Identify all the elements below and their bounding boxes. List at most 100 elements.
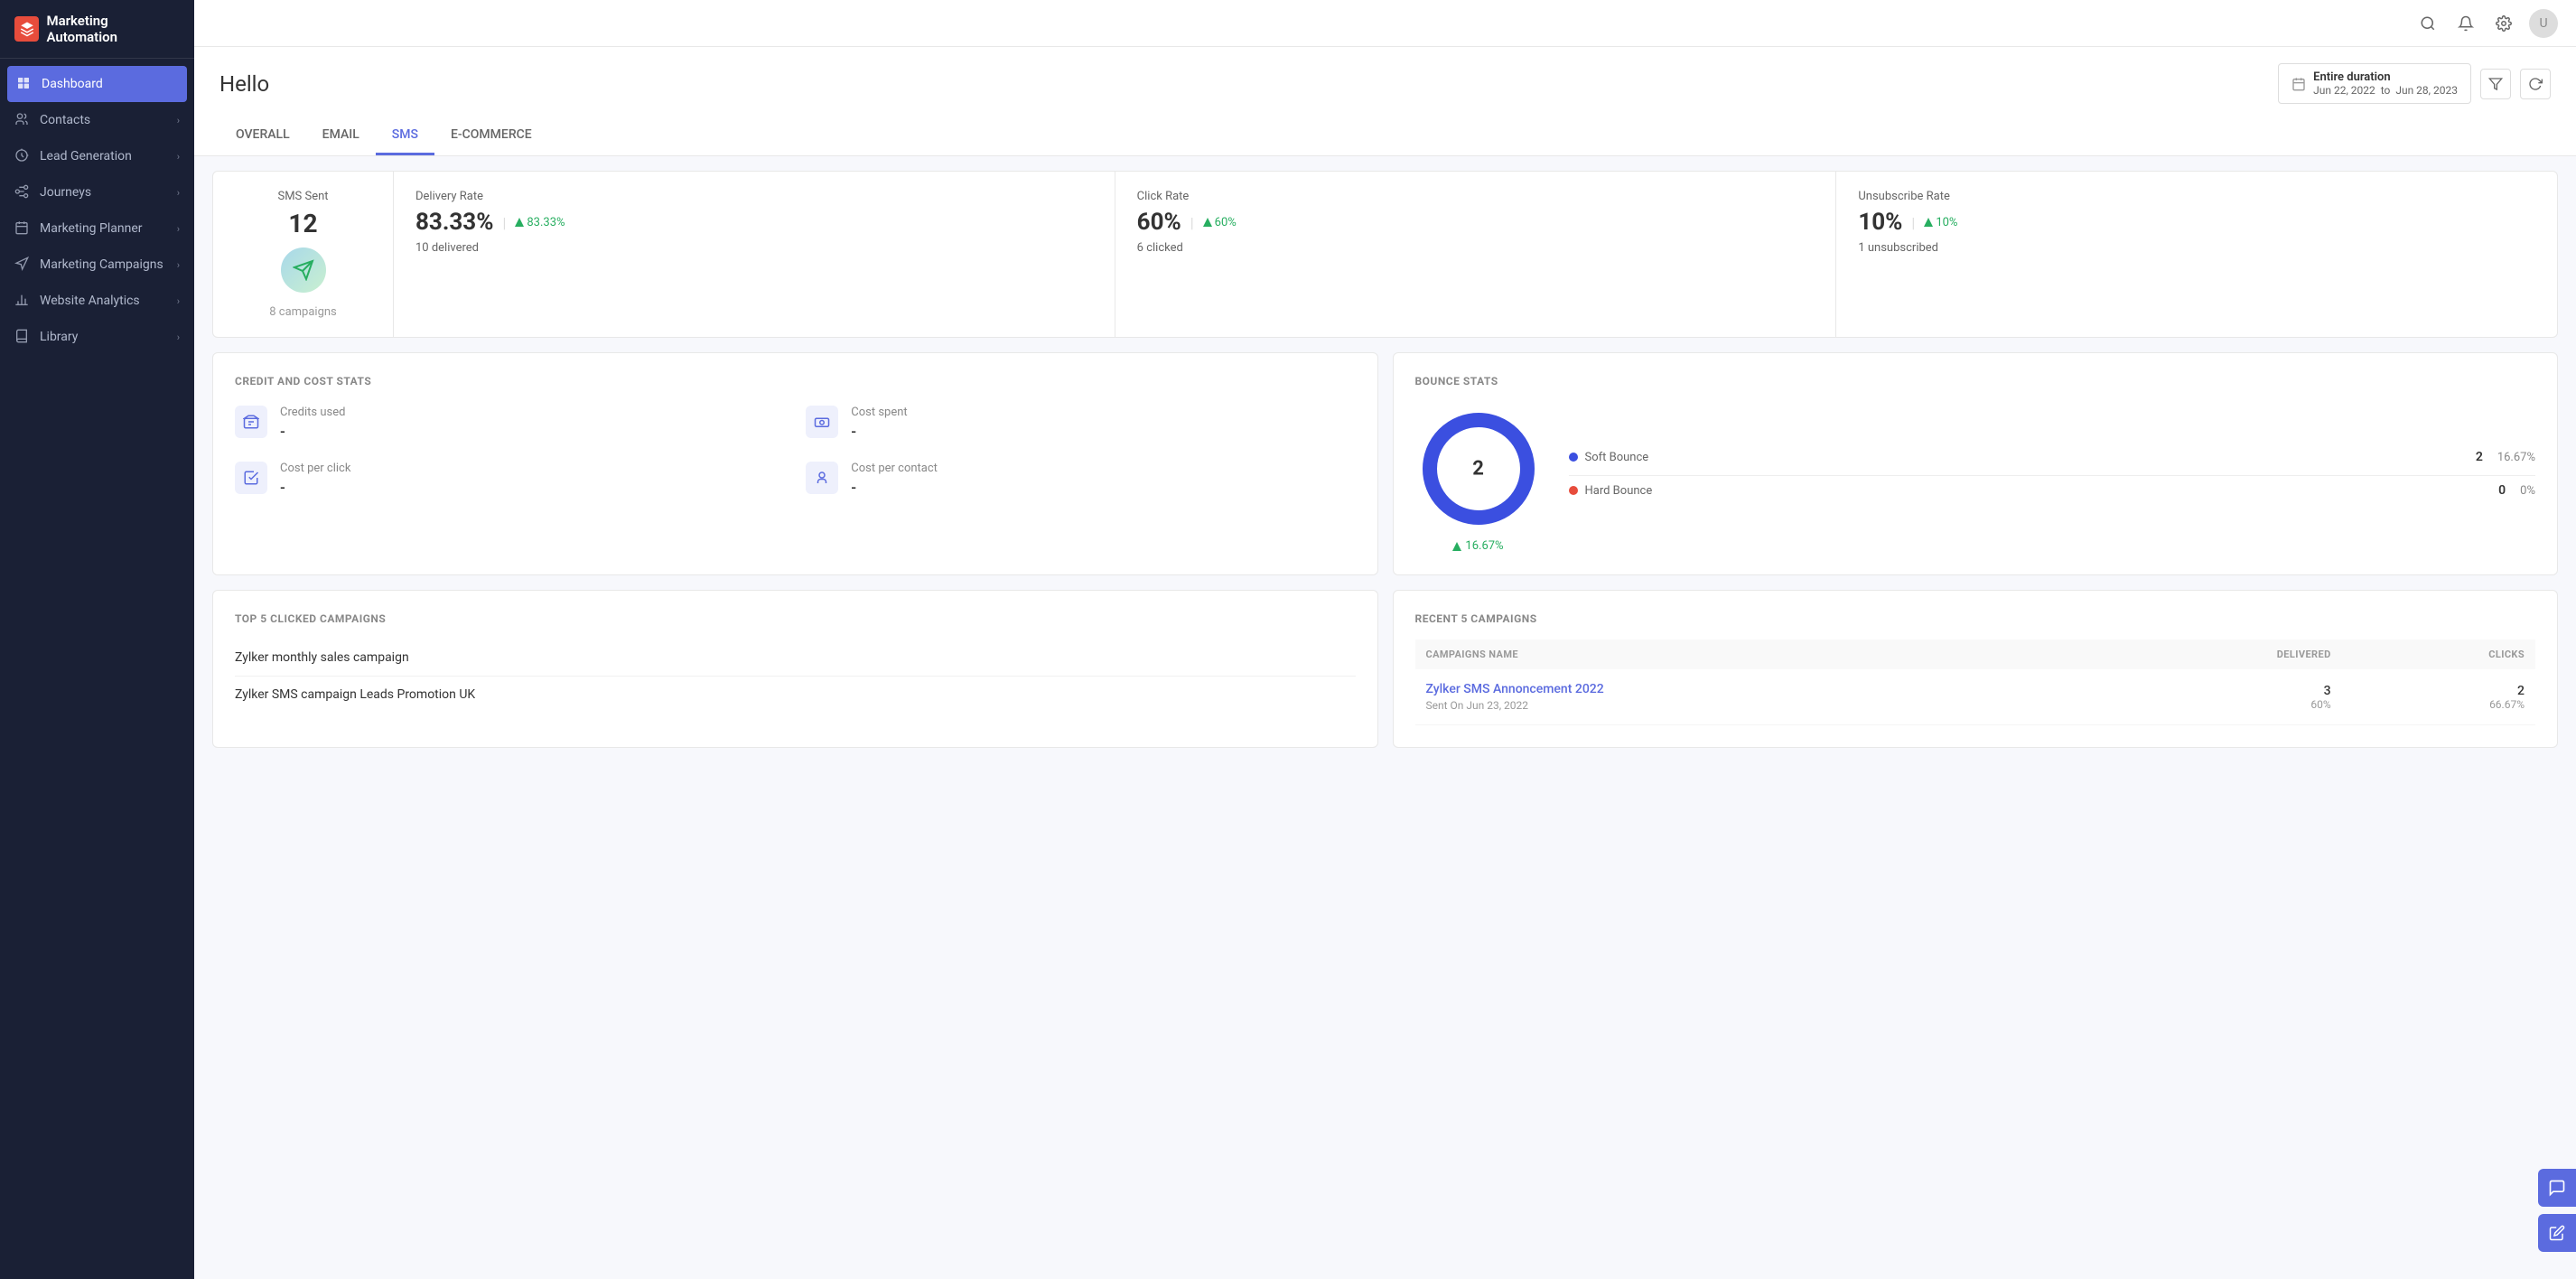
sidebar-item-dashboard[interactable]: Dashboard xyxy=(7,66,187,102)
contacts-icon xyxy=(14,112,31,128)
sidebar-item-journeys[interactable]: Journeys › xyxy=(0,174,194,210)
bounce-legend: Soft Bounce 2 16.67% Hard Bounce 0 0% xyxy=(1569,450,2536,509)
credits-used-icon xyxy=(235,406,267,438)
camp-name-cell: Zylker SMS Annoncement 2022 Sent On Jun … xyxy=(1415,669,2087,725)
click-rate-change: 60% xyxy=(1203,216,1237,229)
soft-bounce-dot xyxy=(1569,453,1578,462)
click-rate-stat: Click Rate 60% | 60% 6 clicked xyxy=(1115,172,1837,337)
cost-per-contact-value: - xyxy=(851,479,938,496)
sidebar-item-website-analytics[interactable]: Website Analytics › xyxy=(0,283,194,319)
marketing-planner-chevron-icon: › xyxy=(177,223,180,235)
cost-per-click-value: - xyxy=(280,479,350,496)
chat-widget-button[interactable] xyxy=(2538,1169,2576,1207)
soft-bounce-label: Soft Bounce xyxy=(1585,451,2469,464)
sidebar-item-marketing-campaigns[interactable]: Marketing Campaigns › xyxy=(0,247,194,283)
avatar[interactable]: U xyxy=(2529,9,2558,38)
dashboard-tabs: OVERALL EMAIL SMS E-COMMERCE xyxy=(219,117,2551,155)
search-button[interactable] xyxy=(2415,11,2441,36)
hard-bounce-legend: Hard Bounce 0 0% xyxy=(1569,483,2536,498)
cost-per-contact-icon xyxy=(806,462,838,494)
journeys-icon xyxy=(14,184,31,201)
page-header: Hello Entire duration Jun 22, 2022 to xyxy=(194,47,2576,156)
library-icon xyxy=(14,329,31,345)
cost-per-click-label: Cost per click xyxy=(280,462,350,475)
sms-sent-icon xyxy=(281,247,326,293)
bounce-change: 16.67% xyxy=(1452,539,1503,553)
journeys-chevron-icon: › xyxy=(177,187,180,199)
cost-per-click-item: Cost per click - xyxy=(235,462,784,496)
top-campaigns-title: TOP 5 CLICKED CAMPAIGNS xyxy=(235,612,1356,625)
click-rate-value: 60% xyxy=(1137,209,1181,236)
unsubscribe-rate-detail: 1 unsubscribed xyxy=(1858,241,2535,255)
camp-sent-date: Sent On Jun 23, 2022 xyxy=(1426,699,2077,712)
click-rate-label: Click Rate xyxy=(1137,190,1815,203)
lead-generation-chevron-icon: › xyxy=(177,151,180,163)
click-rate-detail: 6 clicked xyxy=(1137,241,1815,255)
delivery-rate-stat: Delivery Rate 83.33% | 83.33% 10 deliver… xyxy=(394,172,1115,337)
cost-per-click-icon xyxy=(235,462,267,494)
marketing-campaigns-icon xyxy=(14,257,31,273)
tab-email[interactable]: EMAIL xyxy=(306,117,376,155)
sidebar-item-marketing-campaigns-label: Marketing Campaigns xyxy=(40,257,163,272)
dashboard-icon xyxy=(16,76,33,92)
settings-button[interactable] xyxy=(2491,11,2516,36)
sidebar-item-library[interactable]: Library › xyxy=(0,319,194,355)
page-content: Hello Entire duration Jun 22, 2022 to xyxy=(194,47,2576,1279)
sms-stats-row: SMS Sent 12 8 campaigns Delivery Rate 83… xyxy=(212,171,2558,338)
library-chevron-icon: › xyxy=(177,331,180,343)
tab-overall[interactable]: OVERALL xyxy=(219,117,306,155)
campaigns-section: TOP 5 CLICKED CAMPAIGNS Zylker monthly s… xyxy=(212,590,2558,748)
donut-center-value: 2 xyxy=(1472,458,1484,481)
soft-bounce-legend: Soft Bounce 2 16.67% xyxy=(1569,450,2536,464)
sidebar: Marketing Automation Dashboard xyxy=(0,0,194,1279)
filter-button[interactable] xyxy=(2480,69,2511,99)
sidebar-item-lead-generation-label: Lead Generation xyxy=(40,149,132,163)
col-clicks-header: CLICKS xyxy=(2342,640,2535,669)
soft-bounce-count: 2 xyxy=(2476,450,2483,464)
delivery-rate-detail: 10 delivered xyxy=(415,241,1093,255)
cost-spent-value: - xyxy=(851,423,907,440)
page-title: Hello xyxy=(219,71,269,97)
sidebar-item-contacts-label: Contacts xyxy=(40,113,90,127)
notifications-button[interactable] xyxy=(2453,11,2478,36)
sidebar-item-website-analytics-label: Website Analytics xyxy=(40,294,140,308)
col-name-header: CAMPAIGNS NAME xyxy=(1415,640,2087,669)
edit-widget-button[interactable] xyxy=(2538,1214,2576,1252)
unsubscribe-rate-stat: Unsubscribe Rate 10% | 10% 1 unsubscribe… xyxy=(1836,172,2557,337)
credit-stats-title: CREDIT AND COST STATS xyxy=(235,375,1356,387)
lead-generation-icon xyxy=(14,148,31,164)
delivery-rate-value: 83.33% xyxy=(415,209,493,236)
delivery-rate-change: 83.33% xyxy=(515,216,565,229)
recent-campaigns-table: CAMPAIGNS NAME DELIVERED CLICKS Zylker S… xyxy=(1415,640,2536,725)
hard-bounce-count: 0 xyxy=(2498,483,2506,498)
sidebar-item-contacts[interactable]: Contacts › xyxy=(0,102,194,138)
sidebar-item-marketing-planner-label: Marketing Planner xyxy=(40,221,143,236)
sidebar-item-marketing-planner[interactable]: Marketing Planner › xyxy=(0,210,194,247)
top-campaigns-card: TOP 5 CLICKED CAMPAIGNS Zylker monthly s… xyxy=(212,590,1378,748)
date-range-label: Entire duration xyxy=(2313,70,2458,84)
bounce-stats-title: BOUNCE STATS xyxy=(1415,375,2536,387)
unsubscribe-rate-label: Unsubscribe Rate xyxy=(1858,190,2535,203)
credit-bounce-section: CREDIT AND COST STATS Credits used - xyxy=(212,352,2558,575)
cost-spent-icon xyxy=(806,406,838,438)
credits-used-label: Credits used xyxy=(280,406,345,419)
delivery-rate-label: Delivery Rate xyxy=(415,190,1093,203)
tab-ecommerce[interactable]: E-COMMERCE xyxy=(434,117,548,155)
soft-bounce-pct: 16.67% xyxy=(2497,451,2535,464)
refresh-button[interactable] xyxy=(2520,69,2551,99)
sms-sent-value: 12 xyxy=(288,209,317,238)
camp-clicks-cell: 2 66.67% xyxy=(2342,669,2535,725)
top-campaign-1: Zylker monthly sales campaign xyxy=(235,640,1356,677)
credit-stats-card: CREDIT AND COST STATS Credits used - xyxy=(212,352,1378,575)
date-range-selector[interactable]: Entire duration Jun 22, 2022 to Jun 28, … xyxy=(2278,63,2471,104)
hard-bounce-dot xyxy=(1569,486,1578,495)
cost-spent-label: Cost spent xyxy=(851,406,907,419)
bounce-content: 2 16.67% Soft Bounce 2 16.67% xyxy=(1415,406,2536,553)
tab-sms[interactable]: SMS xyxy=(376,117,434,155)
camp-name-link[interactable]: Zylker SMS Annoncement 2022 xyxy=(1426,682,1604,696)
sidebar-item-lead-generation[interactable]: Lead Generation › xyxy=(0,138,194,174)
unsubscribe-rate-value: 10% xyxy=(1858,209,1902,236)
cost-per-contact-label: Cost per contact xyxy=(851,462,938,475)
top-campaign-2: Zylker SMS campaign Leads Promotion UK xyxy=(235,677,1356,713)
main-content: U Hello Entire duration Ju xyxy=(194,0,2576,1279)
